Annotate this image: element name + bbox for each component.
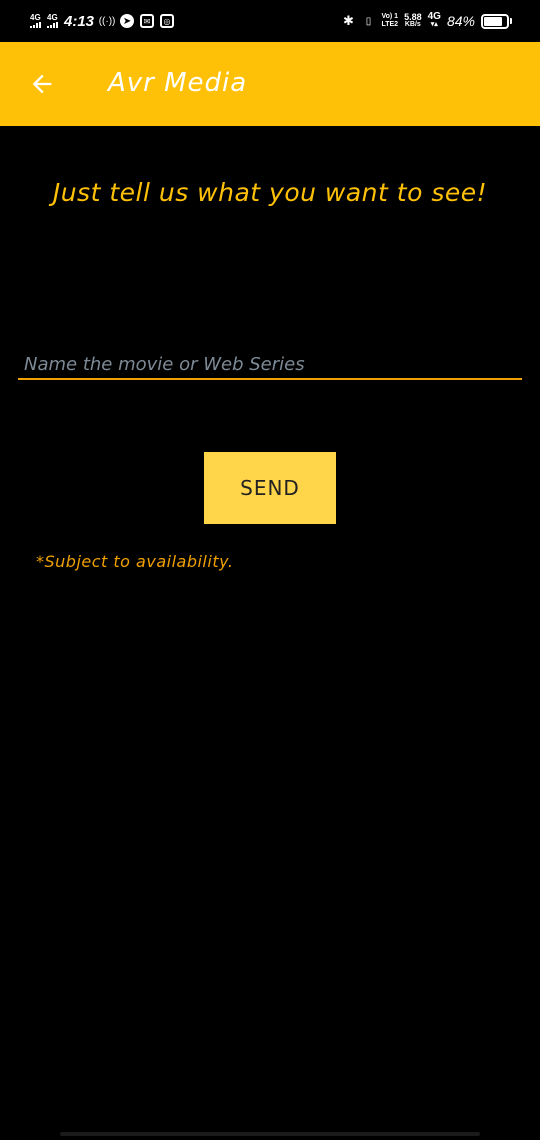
availability-note: *Subject to availability. xyxy=(36,552,234,571)
status-bar: 4G 4G 4:13 ((·)) ➤ ✉ ◎ ✱ ▯ Vo) 1 LTE2 5.… xyxy=(0,0,540,42)
app-bar: Avr Media xyxy=(0,42,540,126)
network-speed: 5.88 KB/s xyxy=(404,13,422,29)
sim2-label: 4G xyxy=(47,13,58,22)
back-arrow-icon[interactable] xyxy=(28,70,56,98)
clock: 4:13 xyxy=(64,12,95,30)
sim1-signal-icon: 4G xyxy=(30,14,41,28)
data-indicator: 4G ▾▴ xyxy=(427,11,441,29)
net-label: 4G xyxy=(427,11,441,22)
hotspot-icon: ((·)) xyxy=(98,15,116,27)
app-title: Avr Media xyxy=(108,68,248,98)
speed-value: 5.88 xyxy=(404,12,422,22)
status-left: 4G 4G 4:13 ((·)) ➤ ✉ ◎ xyxy=(30,12,175,30)
send-button[interactable]: SEND xyxy=(204,452,336,524)
telegram-icon: ➤ xyxy=(120,14,135,28)
volte-indicator: Vo) 1 LTE2 xyxy=(381,13,398,29)
battery-icon xyxy=(481,13,512,29)
data-arrows-icon: ▾▴ xyxy=(430,21,438,28)
battery-percent: 84% xyxy=(446,13,475,29)
nav-gesture-handle[interactable] xyxy=(60,1132,480,1136)
sim2-signal-icon: 4G xyxy=(47,14,58,28)
speed-unit: KB/s xyxy=(404,21,421,28)
movie-name-field[interactable] xyxy=(18,350,522,380)
vibrate-icon: ▯ xyxy=(365,15,372,27)
mail-icon: ✉ xyxy=(140,14,155,28)
volte-label: Vo) 1 xyxy=(381,13,399,20)
headline: Just tell us what you want to see! xyxy=(52,178,488,207)
movie-name-input[interactable] xyxy=(18,350,522,378)
status-right: ✱ ▯ Vo) 1 LTE2 5.88 KB/s 4G ▾▴ 84% xyxy=(341,11,512,29)
lte-label: LTE2 xyxy=(381,21,399,28)
instagram-icon: ◎ xyxy=(160,14,175,28)
sim1-label: 4G xyxy=(30,13,41,22)
bluetooth-icon: ✱ xyxy=(343,13,354,28)
